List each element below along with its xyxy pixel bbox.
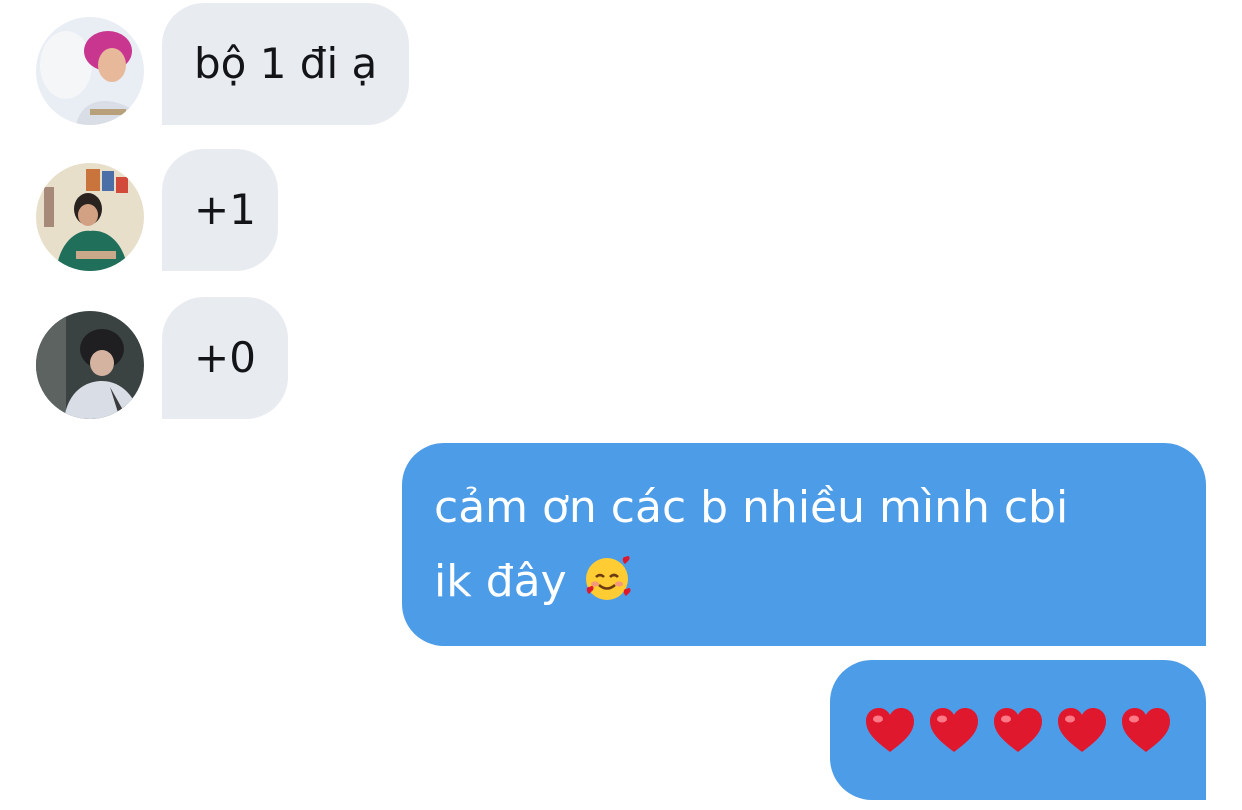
avatar[interactable]: [36, 163, 144, 271]
message-text: ik đây: [434, 556, 567, 607]
avatar-image: [36, 17, 144, 125]
heart-icon: [1058, 708, 1106, 752]
message-bubble-incoming[interactable]: bộ 1 đi ạ: [162, 3, 410, 125]
heart-icon: [930, 708, 978, 752]
avatar[interactable]: [36, 17, 144, 125]
message-text: +1: [194, 185, 256, 234]
smiling-face-with-hearts-icon: [585, 556, 631, 600]
avatar-image: [36, 311, 144, 419]
message-text: +0: [194, 333, 256, 382]
avatar[interactable]: [36, 311, 144, 419]
message-bubble-incoming[interactable]: +0: [162, 297, 288, 419]
heart-icon: [1122, 708, 1170, 752]
message-bubble-outgoing[interactable]: [830, 660, 1206, 800]
heart-icon: [994, 708, 1042, 752]
heart-icon: [866, 708, 914, 752]
message-text-line: cảm ơn các b nhiều mình cbi: [434, 482, 1069, 533]
message-bubble-incoming[interactable]: +1: [162, 149, 278, 271]
message-bubble-outgoing[interactable]: cảm ơn các b nhiều mình cbi ik đây: [402, 443, 1206, 646]
message-text-line: ik đây: [434, 545, 1174, 619]
avatar-image: [36, 163, 144, 271]
message-text: bộ 1 đi ạ: [194, 39, 378, 88]
